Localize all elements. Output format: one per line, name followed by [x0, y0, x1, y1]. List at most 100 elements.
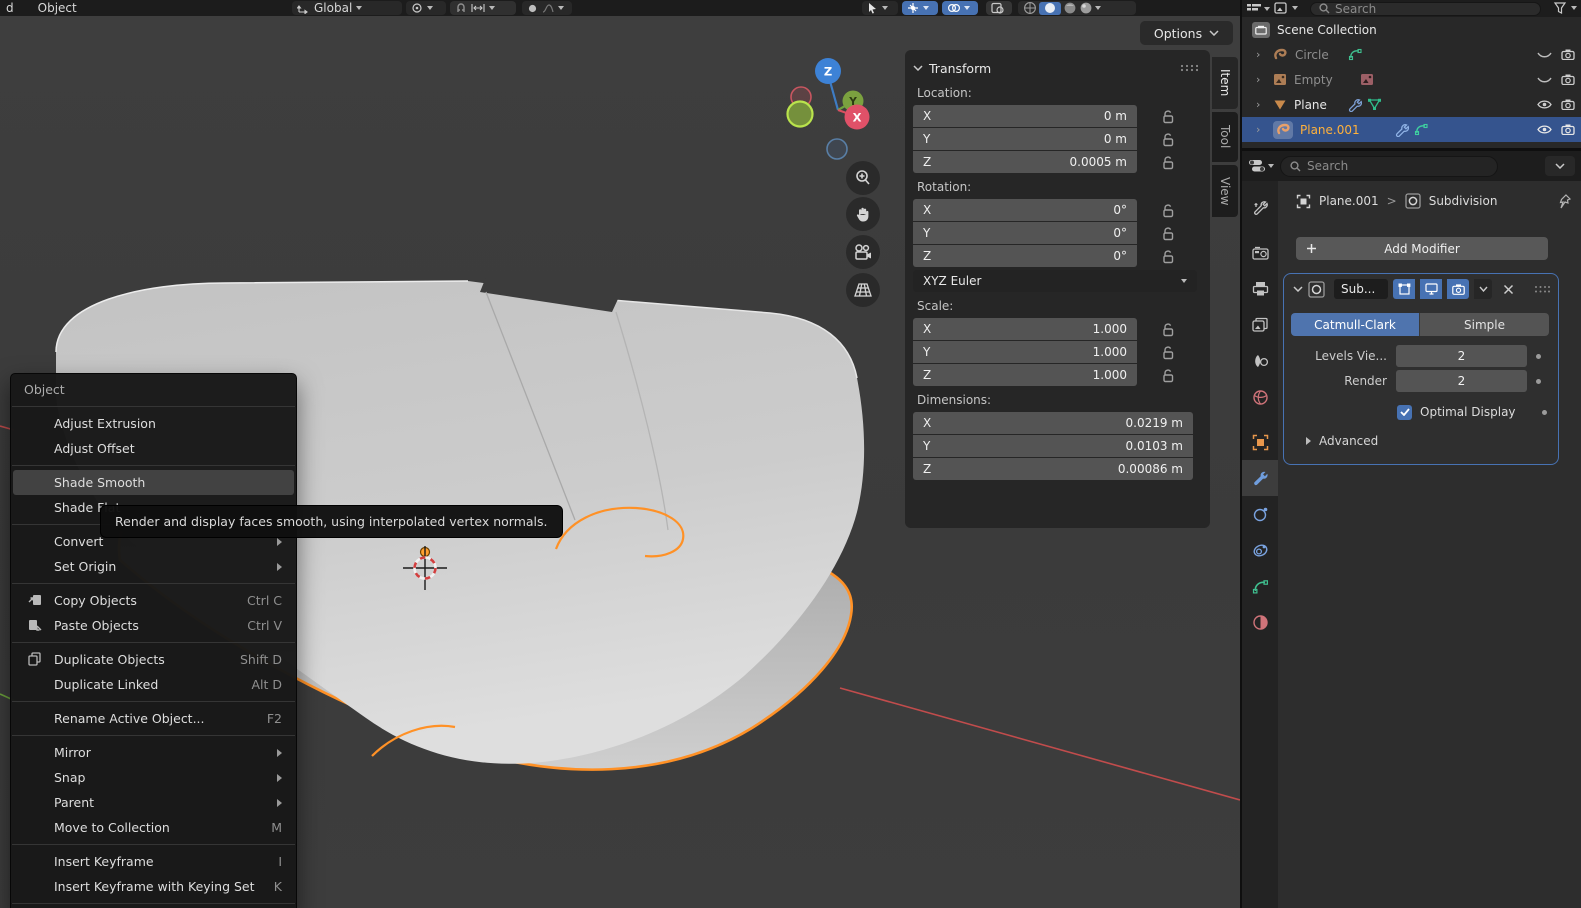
modifier-name-field[interactable]: Sub...	[1334, 279, 1388, 299]
menu-item-duplicate-linked[interactable]: Duplicate LinkedAlt D	[11, 672, 296, 697]
animate-dot[interactable]	[1536, 379, 1541, 384]
lock-open-icon[interactable]	[1161, 345, 1175, 360]
eye-open-icon[interactable]	[1537, 99, 1552, 110]
pan-button[interactable]	[846, 197, 880, 231]
solid-shading-toggle[interactable]	[1039, 2, 1061, 15]
rotation-z-field[interactable]: Z0°	[913, 245, 1137, 267]
show-overlays-toggle[interactable]	[942, 1, 978, 15]
tab-view[interactable]: View	[1212, 165, 1238, 217]
navigation-gizmo[interactable]: Z Y X	[780, 50, 900, 170]
tab-constraints-properties[interactable]	[1242, 532, 1278, 568]
tab-physics-properties[interactable]	[1242, 496, 1278, 532]
3d-viewport[interactable]: d Object Global	[0, 0, 1240, 908]
chevron-down-icon[interactable]	[1293, 286, 1303, 292]
tab-object-properties[interactable]	[1242, 424, 1278, 460]
tab-modifier-properties[interactable]	[1242, 460, 1278, 496]
tab-view-layer-properties[interactable]	[1242, 307, 1278, 343]
gizmo-x[interactable]: X	[845, 105, 870, 130]
realtime-display-toggle[interactable]	[1420, 279, 1442, 299]
modifier-extras-dropdown[interactable]	[1474, 279, 1492, 299]
close-icon[interactable]	[1503, 284, 1514, 295]
tab-world-properties[interactable]	[1242, 379, 1278, 415]
add-modifier-button[interactable]: Add Modifier	[1296, 237, 1548, 260]
levels-viewport-field[interactable]: 2	[1396, 345, 1527, 367]
lock-open-icon[interactable]	[1161, 109, 1175, 124]
editor-type-dropdown-icon[interactable]	[1246, 3, 1270, 15]
scale-x-field[interactable]: X1.000	[913, 318, 1137, 340]
editor-type-dropdown-icon[interactable]	[1248, 159, 1274, 173]
tab-tool-properties[interactable]	[1242, 190, 1278, 226]
outliner-search-input[interactable]: Search	[1310, 2, 1541, 16]
simple-button[interactable]: Simple	[1419, 313, 1549, 336]
edit-mode-display-toggle[interactable]	[1393, 279, 1415, 299]
properties-options-dropdown[interactable]	[1545, 156, 1575, 176]
properties-search-input[interactable]: Search	[1280, 156, 1498, 177]
eye-open-icon[interactable]	[1537, 124, 1552, 135]
menu-item-duplicate-objects[interactable]: Duplicate ObjectsShift D	[11, 647, 296, 672]
catmull-clark-button[interactable]: Catmull-Clark	[1291, 313, 1419, 336]
material-shading-icon[interactable]	[1063, 1, 1077, 15]
animate-dot[interactable]	[1542, 410, 1547, 415]
tab-render-properties[interactable]	[1242, 235, 1278, 271]
menu-item-insert-keyframe-keying-set[interactable]: Insert Keyframe with Keying SetK	[11, 874, 296, 899]
menu-item-mirror[interactable]: Mirror	[11, 740, 296, 765]
menu-item-rename-active-object[interactable]: Rename Active Object...F2	[11, 706, 296, 731]
chevron-down-icon[interactable]	[913, 65, 923, 71]
lock-open-icon[interactable]	[1161, 203, 1175, 218]
rotation-mode-dropdown[interactable]: XYZ Euler	[913, 270, 1197, 292]
levels-render-field[interactable]: 2	[1396, 370, 1527, 392]
animate-dot[interactable]	[1536, 354, 1541, 359]
menu-item-snap[interactable]: Snap	[11, 765, 296, 790]
menu-item-adjust-extrusion[interactable]: Adjust Extrusion	[11, 411, 296, 436]
menu-item-parent[interactable]: Parent	[11, 790, 296, 815]
tab-scene-properties[interactable]	[1242, 343, 1278, 379]
menu-item-shade-smooth[interactable]: Shade Smooth	[13, 470, 294, 495]
lock-open-icon[interactable]	[1161, 155, 1175, 170]
expand-chevron-icon[interactable]: ›	[1256, 48, 1268, 61]
dimensions-z-field[interactable]: Z0.00086 m	[913, 458, 1193, 480]
camera-render-icon[interactable]	[1561, 99, 1575, 110]
breadcrumb-object[interactable]: Plane.001	[1319, 194, 1379, 208]
expand-chevron-icon[interactable]: ›	[1256, 73, 1268, 86]
lock-open-icon[interactable]	[1161, 249, 1175, 264]
pin-icon[interactable]	[1558, 194, 1571, 209]
tab-item[interactable]: Item	[1212, 57, 1238, 109]
pivot-point-dropdown[interactable]	[406, 1, 446, 15]
filter-icon[interactable]	[1553, 2, 1577, 15]
menu-item-move-to-collection[interactable]: Move to CollectionM	[11, 815, 296, 840]
optimal-display-checkbox[interactable]	[1397, 405, 1412, 420]
expand-chevron-icon[interactable]: ›	[1256, 123, 1268, 136]
rotation-y-field[interactable]: Y0°	[913, 222, 1137, 244]
tab-tool[interactable]: Tool	[1212, 112, 1238, 162]
menu-add-partial[interactable]: d	[0, 1, 20, 15]
dimensions-y-field[interactable]: Y0.0103 m	[913, 435, 1193, 457]
advanced-section-toggle[interactable]: Advanced	[1306, 434, 1378, 448]
lock-open-icon[interactable]	[1161, 322, 1175, 337]
location-y-field[interactable]: Y0 m	[913, 128, 1137, 150]
wireframe-shading-icon[interactable]	[1023, 1, 1037, 15]
outliner-row-plane[interactable]: › Plane	[1242, 92, 1581, 117]
location-z-field[interactable]: Z0.0005 m	[913, 151, 1137, 173]
menu-item-adjust-offset[interactable]: Adjust Offset	[11, 436, 296, 461]
lock-open-icon[interactable]	[1161, 226, 1175, 241]
perspective-toggle-button[interactable]	[846, 273, 880, 307]
outliner-row-plane-001[interactable]: › Plane.001	[1242, 117, 1581, 142]
scale-z-field[interactable]: Z1.000	[913, 364, 1137, 386]
menu-object[interactable]: Object	[32, 1, 83, 15]
scale-y-field[interactable]: Y1.000	[913, 341, 1137, 363]
gizmo-minus-z[interactable]	[827, 139, 847, 159]
drag-handle-icon[interactable]	[1534, 285, 1550, 294]
select-tool-dropdown[interactable]	[862, 1, 898, 15]
location-x-field[interactable]: X0 m	[913, 105, 1137, 127]
menu-item-paste-objects[interactable]: Paste ObjectsCtrl V	[11, 613, 296, 638]
rendered-shading-icon[interactable]	[1079, 1, 1093, 15]
options-button[interactable]: Options	[1140, 21, 1233, 45]
gizmo-z[interactable]: Z	[815, 58, 841, 84]
lock-open-icon[interactable]	[1161, 132, 1175, 147]
outliner-row-empty[interactable]: › Empty	[1242, 67, 1581, 92]
dimensions-x-field[interactable]: X0.0219 m	[913, 412, 1193, 434]
gizmo-minus-y[interactable]	[788, 102, 813, 127]
outliner-row-circle[interactable]: › Circle	[1242, 42, 1581, 67]
transform-orientation-dropdown[interactable]: Global	[292, 1, 402, 15]
breadcrumb-modifier[interactable]: Subdivision	[1429, 194, 1498, 208]
